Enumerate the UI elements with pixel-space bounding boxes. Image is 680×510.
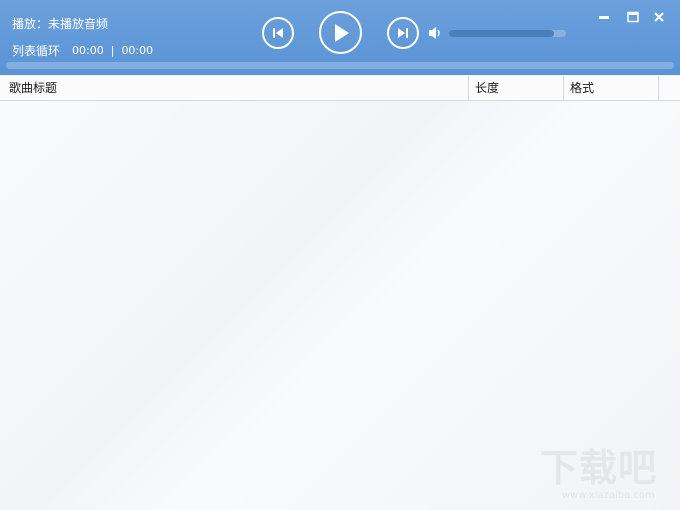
- total-time: 00:00: [121, 44, 154, 57]
- skip-previous-icon: [273, 28, 283, 38]
- speaker-icon[interactable]: [428, 26, 443, 40]
- song-list-header: 歌曲标题 长度 格式: [0, 76, 680, 101]
- close-icon: [654, 12, 664, 22]
- minimize-button[interactable]: [597, 10, 611, 24]
- minimize-icon: [599, 16, 609, 19]
- playback-info: 列表循环 00:00 | 00:00: [12, 42, 153, 59]
- now-playing-label: 播放：未播放音频: [12, 17, 109, 31]
- play-icon: [334, 23, 349, 42]
- previous-track-button[interactable]: [262, 17, 294, 49]
- next-track-button[interactable]: [387, 17, 419, 49]
- watermark: 下载吧 www.xiazaiba.com: [538, 446, 676, 504]
- watermark-brand: 下载吧: [540, 446, 658, 490]
- current-time: 00:00: [72, 44, 104, 57]
- play-mode-button[interactable]: 列表循环: [12, 42, 60, 59]
- play-button[interactable]: [319, 11, 362, 54]
- volume-level: [449, 30, 555, 37]
- column-header-length[interactable]: 长度: [469, 76, 564, 100]
- column-header-title[interactable]: 歌曲标题: [0, 76, 469, 100]
- maximize-icon: [627, 11, 639, 23]
- column-header-format[interactable]: 格式: [564, 76, 659, 100]
- skip-next-icon: [398, 28, 408, 38]
- time-separator: |: [110, 44, 115, 57]
- maximize-button[interactable]: [626, 10, 640, 24]
- close-button[interactable]: [652, 10, 666, 24]
- volume-slider[interactable]: [449, 30, 566, 37]
- progress-bar[interactable]: [6, 62, 674, 69]
- player-header: 播放：未播放音频 列表循环 00:00 | 00:00: [0, 0, 680, 75]
- watermark-site: www.xiazaiba.com: [562, 490, 655, 501]
